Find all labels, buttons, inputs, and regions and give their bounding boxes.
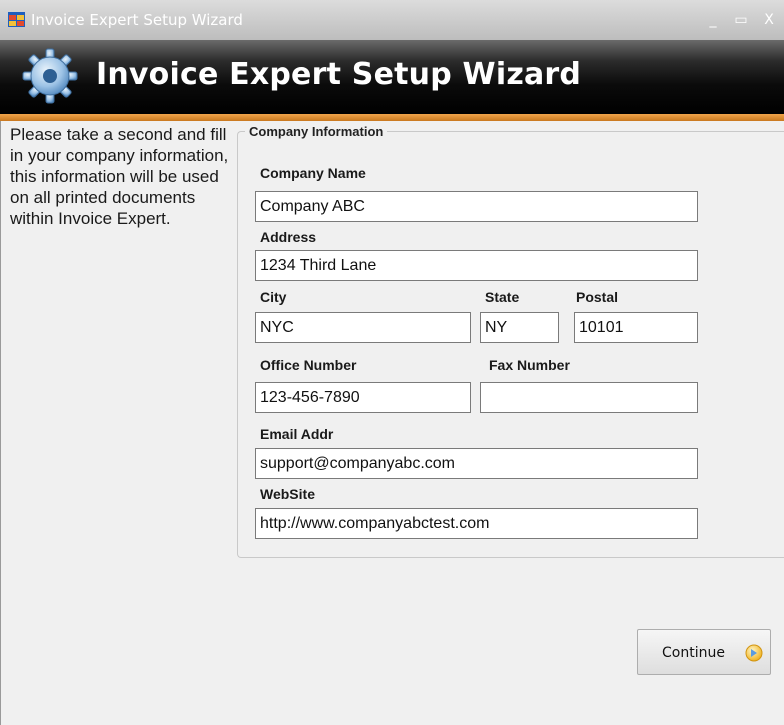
address-label: Address	[260, 229, 317, 245]
window-titlebar: Invoice Expert Setup Wizard _ ▭ X	[0, 0, 784, 40]
accent-divider	[0, 114, 784, 121]
postal-label: Postal	[576, 289, 619, 305]
wizard-banner: Invoice Expert Setup Wizard	[0, 40, 784, 114]
continue-button[interactable]: Continue	[637, 629, 771, 675]
window-title: Invoice Expert Setup Wizard	[31, 11, 243, 29]
email-label: Email Addr	[260, 426, 334, 442]
company-name-input[interactable]	[255, 191, 698, 222]
gear-icon	[22, 48, 78, 104]
city-label: City	[260, 289, 287, 305]
minimize-button[interactable]: _	[704, 12, 722, 28]
fax-number-input[interactable]	[480, 382, 698, 413]
website-input[interactable]	[255, 508, 698, 539]
city-input[interactable]	[255, 312, 471, 343]
arrow-right-icon	[745, 644, 763, 662]
email-input[interactable]	[255, 448, 698, 479]
continue-button-label: Continue	[662, 645, 725, 661]
state-input[interactable]	[480, 312, 559, 343]
fax-number-label: Fax Number	[489, 357, 570, 373]
address-input[interactable]	[255, 250, 698, 281]
website-label: WebSite	[260, 486, 315, 502]
app-icon	[8, 12, 25, 27]
window-left-border	[0, 121, 1, 725]
group-legend: Company Information	[245, 124, 388, 139]
maximize-button[interactable]: ▭	[732, 12, 750, 28]
office-number-label: Office Number	[260, 357, 357, 373]
intro-text: Please take a second and fill in your co…	[10, 125, 229, 228]
wizard-title: Invoice Expert Setup Wizard	[96, 57, 582, 92]
company-name-label: Company Name	[260, 165, 366, 181]
state-label: State	[485, 289, 520, 305]
postal-input[interactable]	[574, 312, 698, 343]
office-number-input[interactable]	[255, 382, 471, 413]
close-button[interactable]: X	[760, 12, 778, 28]
